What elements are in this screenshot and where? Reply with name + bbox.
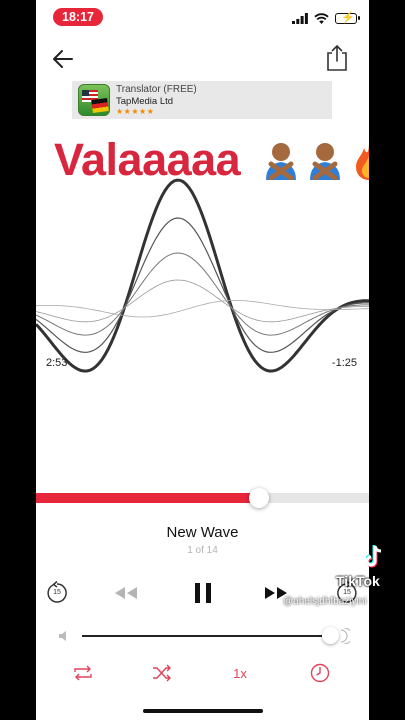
wifi-icon <box>314 12 329 24</box>
signal-icon <box>292 12 308 24</box>
playback-speed-button[interactable]: 1x <box>228 662 252 684</box>
battery-icon: ⚡ <box>335 12 360 24</box>
fire-icon <box>356 142 369 180</box>
ad-title: Translator (FREE) <box>116 84 197 95</box>
caption-text: Valaaaaa <box>54 134 241 185</box>
tiktok-logo-text: TikTok <box>336 573 380 589</box>
ad-company: TapMedia Ltd <box>116 96 174 107</box>
waveform-line <box>36 178 369 373</box>
sleep-timer-button[interactable] <box>309 662 331 684</box>
skip-forward-seconds: 15 <box>343 589 351 596</box>
player-screen: 18:17 ⚡ Translator (FREE) TapMedia Ltd ★… <box>36 0 369 720</box>
skip-back-seconds: 15 <box>53 589 61 596</box>
back-button[interactable] <box>50 46 76 72</box>
track-title: New Wave <box>166 524 239 541</box>
person-gesturing-no-icon <box>266 143 296 180</box>
shuffle-button[interactable] <box>151 662 173 684</box>
progress-thumb[interactable] <box>249 488 270 508</box>
tiktok-watermark: @ahelsjdhfbaziyini <box>283 596 367 607</box>
elapsed-time: 2:53 <box>46 357 68 369</box>
person-gesturing-no-icon <box>310 143 340 180</box>
waveform-line <box>36 252 369 336</box>
waveform-line <box>36 300 369 318</box>
repeat-button[interactable] <box>72 662 94 684</box>
volume-track[interactable] <box>82 635 332 637</box>
volume-high-icon <box>340 628 350 644</box>
share-button[interactable] <box>325 44 349 72</box>
translator-app-icon <box>78 84 110 116</box>
ad-rating: ★★★★★ <box>116 107 155 116</box>
skip-back-button[interactable]: 15 <box>44 580 70 606</box>
waveform-line <box>36 217 369 353</box>
german-flag-icon <box>91 97 109 114</box>
tiktok-logo-icon <box>366 545 382 568</box>
waveform-visualizer <box>36 178 369 373</box>
remaining-time: -1:25 <box>331 357 357 369</box>
home-indicator <box>143 709 263 713</box>
ad-banner[interactable]: Translator (FREE) TapMedia Ltd ★★★★★ <box>72 81 332 119</box>
status-icons: ⚡ <box>292 10 360 26</box>
track-position: 1 of 14 <box>187 545 218 556</box>
status-time: 18:17 <box>53 8 103 26</box>
progress-fill <box>36 493 260 503</box>
volume-low-icon <box>59 631 66 641</box>
rewind-button[interactable] <box>112 580 140 606</box>
progress-slider[interactable] <box>36 488 369 508</box>
pause-button[interactable] <box>191 580 215 606</box>
overlay-caption: Valaaaaa <box>54 134 369 186</box>
